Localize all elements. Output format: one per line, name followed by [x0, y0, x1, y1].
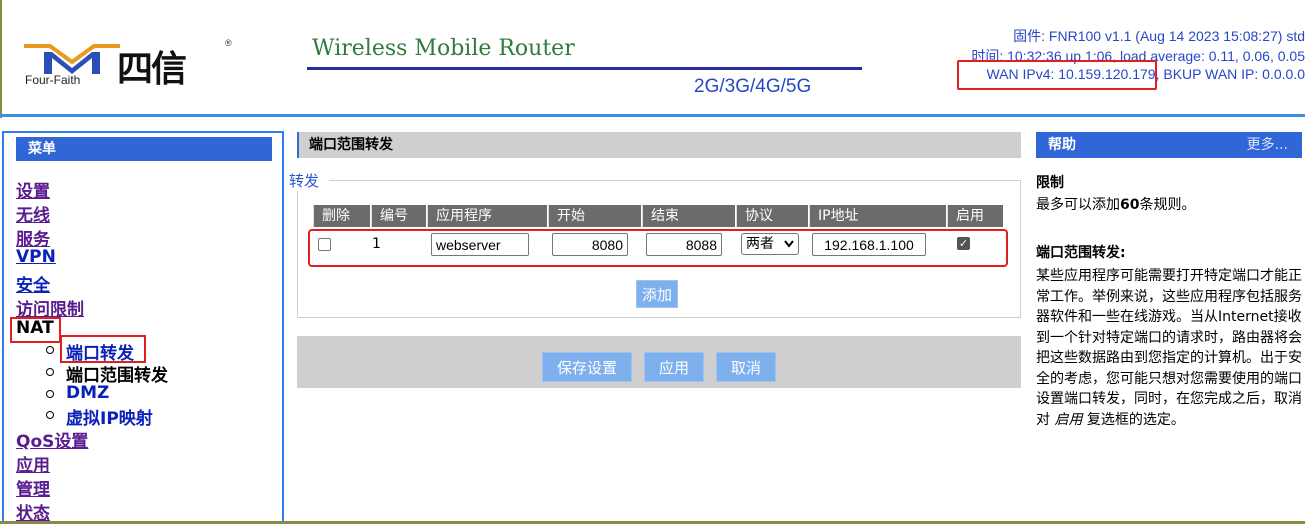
sidebar-item-security[interactable]: 安全	[16, 271, 50, 296]
sidebar-item-administration[interactable]: 管理	[16, 475, 50, 500]
col-header-ip: IP地址	[809, 205, 946, 227]
sidebar-item-applications[interactable]: 应用	[16, 451, 50, 476]
sidebar-subitem-dmz-link[interactable]: DMZ	[66, 383, 109, 403]
nat-highlight	[10, 317, 61, 343]
limit-prefix: 最多可以添加	[1036, 197, 1120, 213]
help-body: 某些应用程序可能需要打开特定端口才能正常工作。举例来说，这些应用程序包括服务器软…	[1036, 266, 1302, 430]
product-subtitle: 2G/3G/4G/5G	[694, 76, 812, 97]
header-divider	[0, 114, 1305, 117]
registered-mark: ®	[225, 38, 232, 48]
product-title: Wireless Mobile Router	[312, 36, 575, 61]
brand-logo: Four-Faith 四信 ®	[22, 38, 232, 90]
menu-title: 菜单	[16, 137, 272, 161]
col-header-delete: 删除	[313, 205, 370, 227]
sidebar-item-wireless[interactable]: 无线	[16, 201, 50, 226]
sidebar-menu: 菜单 设置 无线 服务 VPN 安全 访问限制 NAT 端口转发 端口范围转发 …	[2, 131, 284, 524]
bullet-icon	[46, 390, 54, 398]
header-left-rule	[0, 0, 2, 118]
section-title: 端口范围转发	[297, 132, 1021, 158]
help-section-heading: 端口范围转发:	[1036, 245, 1126, 261]
footer-rule	[0, 521, 1305, 524]
logo-mark-icon	[24, 44, 120, 74]
logo-text: Four-Faith	[25, 73, 81, 87]
sidebar-subitem-virtual-ip[interactable]: 虚拟IP映射	[66, 404, 153, 429]
save-settings-button[interactable]: 保存设置	[542, 352, 632, 382]
sidebar-subitem-virtual-ip-link[interactable]: 虚拟IP映射	[66, 409, 153, 429]
limit-heading: 限制	[1036, 175, 1064, 191]
wan-ip-highlight	[957, 60, 1157, 90]
bkup-wan-ip: , BKUP WAN IP: 0.0.0.0	[1155, 66, 1305, 82]
apply-button[interactable]: 应用	[644, 352, 704, 382]
port-forwarding-highlight	[60, 335, 146, 363]
title-underline	[307, 67, 862, 70]
sidebar-item-vpn[interactable]: VPN	[16, 247, 56, 267]
bullet-icon	[46, 346, 54, 354]
help-body-main: 某些应用程序可能需要打开特定端口才能正常工作。举例来说，这些应用程序包括服务器软…	[1036, 268, 1302, 428]
help-body-emphasis: 启用	[1054, 411, 1083, 428]
col-header-end: 结束	[642, 205, 735, 227]
firmware-info: 固件: FNR100 v1.1 (Aug 14 2023 15:08:27) s…	[1013, 28, 1305, 44]
actions-bar: 保存设置 应用 取消	[297, 336, 1021, 388]
help-panel: 帮助 更多... 限制 最多可以添加60条规则。 端口范围转发: 某些应用程序可…	[1036, 132, 1305, 512]
sidebar-item-settings[interactable]: 设置	[16, 177, 50, 202]
limit-text: 最多可以添加60条规则。	[1036, 195, 1302, 216]
bullet-icon	[46, 411, 54, 419]
help-header: 帮助 更多...	[1036, 132, 1302, 158]
bullet-icon	[46, 368, 54, 376]
col-header-application: 应用程序	[427, 205, 547, 227]
sidebar-item-qos[interactable]: QoS设置	[16, 427, 88, 452]
logo-chinese-text: 四信	[117, 49, 187, 90]
col-header-number: 编号	[371, 205, 426, 227]
sidebar-subitem-dmz[interactable]: DMZ	[66, 383, 109, 403]
limit-count: 60	[1120, 197, 1140, 213]
col-header-start: 开始	[548, 205, 641, 227]
help-body-tail: 复选框的选定。	[1082, 411, 1185, 428]
header: Four-Faith 四信 ® Wireless Mobile Router 2…	[0, 0, 1305, 118]
cancel-button[interactable]: 取消	[716, 352, 776, 382]
limit-suffix: 条规则。	[1139, 197, 1196, 213]
fieldset-legend: 转发	[289, 170, 330, 191]
help-title: 帮助	[1048, 137, 1076, 153]
help-more-link[interactable]: 更多...	[1247, 132, 1288, 158]
col-header-enabled: 启用	[947, 205, 1003, 227]
row-highlight	[308, 229, 1008, 267]
col-header-protocol: 协议	[736, 205, 808, 227]
add-button[interactable]: 添加	[636, 280, 678, 308]
